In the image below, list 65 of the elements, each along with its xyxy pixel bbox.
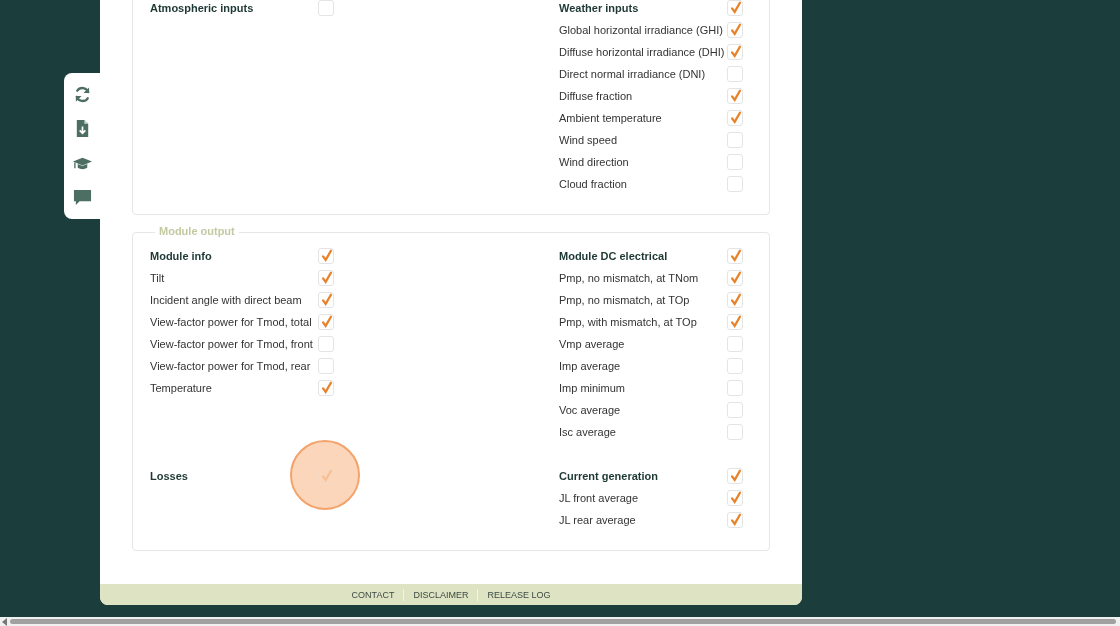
checkbox[interactable]	[727, 314, 743, 330]
footer-link[interactable]: CONTACT	[351, 589, 395, 600]
checkbox[interactable]	[727, 66, 743, 82]
option-label: JL rear average	[559, 514, 637, 526]
checkbox[interactable]	[727, 176, 743, 192]
checkbox[interactable]	[318, 292, 334, 308]
option-label: Vmp average	[559, 338, 626, 350]
group-heading: Weather inputs	[559, 2, 640, 14]
checkbox[interactable]	[727, 468, 743, 484]
option-label: Ambient temperature	[559, 112, 663, 124]
checkbox[interactable]	[727, 132, 743, 148]
option-label: Temperature	[150, 382, 213, 394]
checkbox[interactable]	[727, 380, 743, 396]
checkbox[interactable]	[727, 424, 743, 440]
option-label: Isc average	[559, 426, 617, 438]
option-label: Pmp, no mismatch, at TNom	[559, 272, 700, 284]
checkbox[interactable]	[318, 336, 334, 352]
group-heading: Current generation	[559, 470, 659, 482]
option-label: Voc average	[559, 404, 622, 416]
checkbox[interactable]	[318, 270, 334, 286]
group-heading: Atmospheric inputs	[150, 2, 255, 14]
option-label: Wind direction	[559, 156, 630, 168]
group-heading: Losses	[150, 470, 189, 482]
checkbox[interactable]	[727, 358, 743, 374]
option-label: JL front average	[559, 492, 640, 504]
checkbox[interactable]	[727, 292, 743, 308]
option-label: Global horizontal irradiance (GHI)	[559, 24, 724, 36]
footer-link[interactable]: DISCLAIMER	[413, 589, 469, 600]
checkbox[interactable]	[727, 490, 743, 506]
option-label: View-factor power for Tmod, front	[150, 338, 314, 350]
option-label: Direct normal irradiance (DNI)	[559, 68, 707, 80]
option-label: Wind speed	[559, 134, 619, 146]
checkbox[interactable]	[727, 248, 743, 264]
group-heading: Module info	[150, 250, 213, 262]
checkbox[interactable]	[318, 380, 334, 396]
option-label: Tilt	[150, 272, 166, 284]
option-label: Imp average	[559, 360, 622, 372]
option-label: Incident angle with direct beam	[150, 294, 303, 306]
checkbox[interactable]	[727, 22, 743, 38]
option-label: Pmp, with mismatch, at TOp	[559, 316, 698, 328]
checkbox[interactable]	[318, 248, 334, 264]
footer-link[interactable]: RELEASE LOG	[487, 589, 551, 600]
option-label: Diffuse fraction	[559, 90, 634, 102]
scroll-left-icon[interactable]	[2, 617, 8, 626]
checkbox[interactable]	[727, 154, 743, 170]
option-label: View-factor power for Tmod, total	[150, 316, 313, 328]
checkbox[interactable]	[727, 0, 743, 16]
checkbox[interactable]	[727, 402, 743, 418]
panel-legend: Module output	[155, 225, 239, 237]
checkbox[interactable]	[318, 0, 334, 16]
option-label: Diffuse horizontal irradiance (DHI)	[559, 46, 726, 58]
option-label: Pmp, no mismatch, at TOp	[559, 294, 691, 306]
option-label: Imp minimum	[559, 382, 626, 394]
checkbox[interactable]	[727, 110, 743, 126]
checkbox[interactable]	[318, 314, 334, 330]
checkbox[interactable]	[727, 88, 743, 104]
checkbox[interactable]	[727, 270, 743, 286]
checkbox[interactable]	[727, 44, 743, 60]
group-heading: Module DC electrical	[559, 250, 669, 262]
checkbox[interactable]	[318, 358, 334, 374]
option-label: Cloud fraction	[559, 178, 628, 190]
checkbox[interactable]	[727, 512, 743, 528]
checkbox[interactable]	[727, 336, 743, 352]
option-label: View-factor power for Tmod, rear	[150, 360, 312, 372]
horizontal-scrollbar[interactable]	[0, 617, 1120, 626]
